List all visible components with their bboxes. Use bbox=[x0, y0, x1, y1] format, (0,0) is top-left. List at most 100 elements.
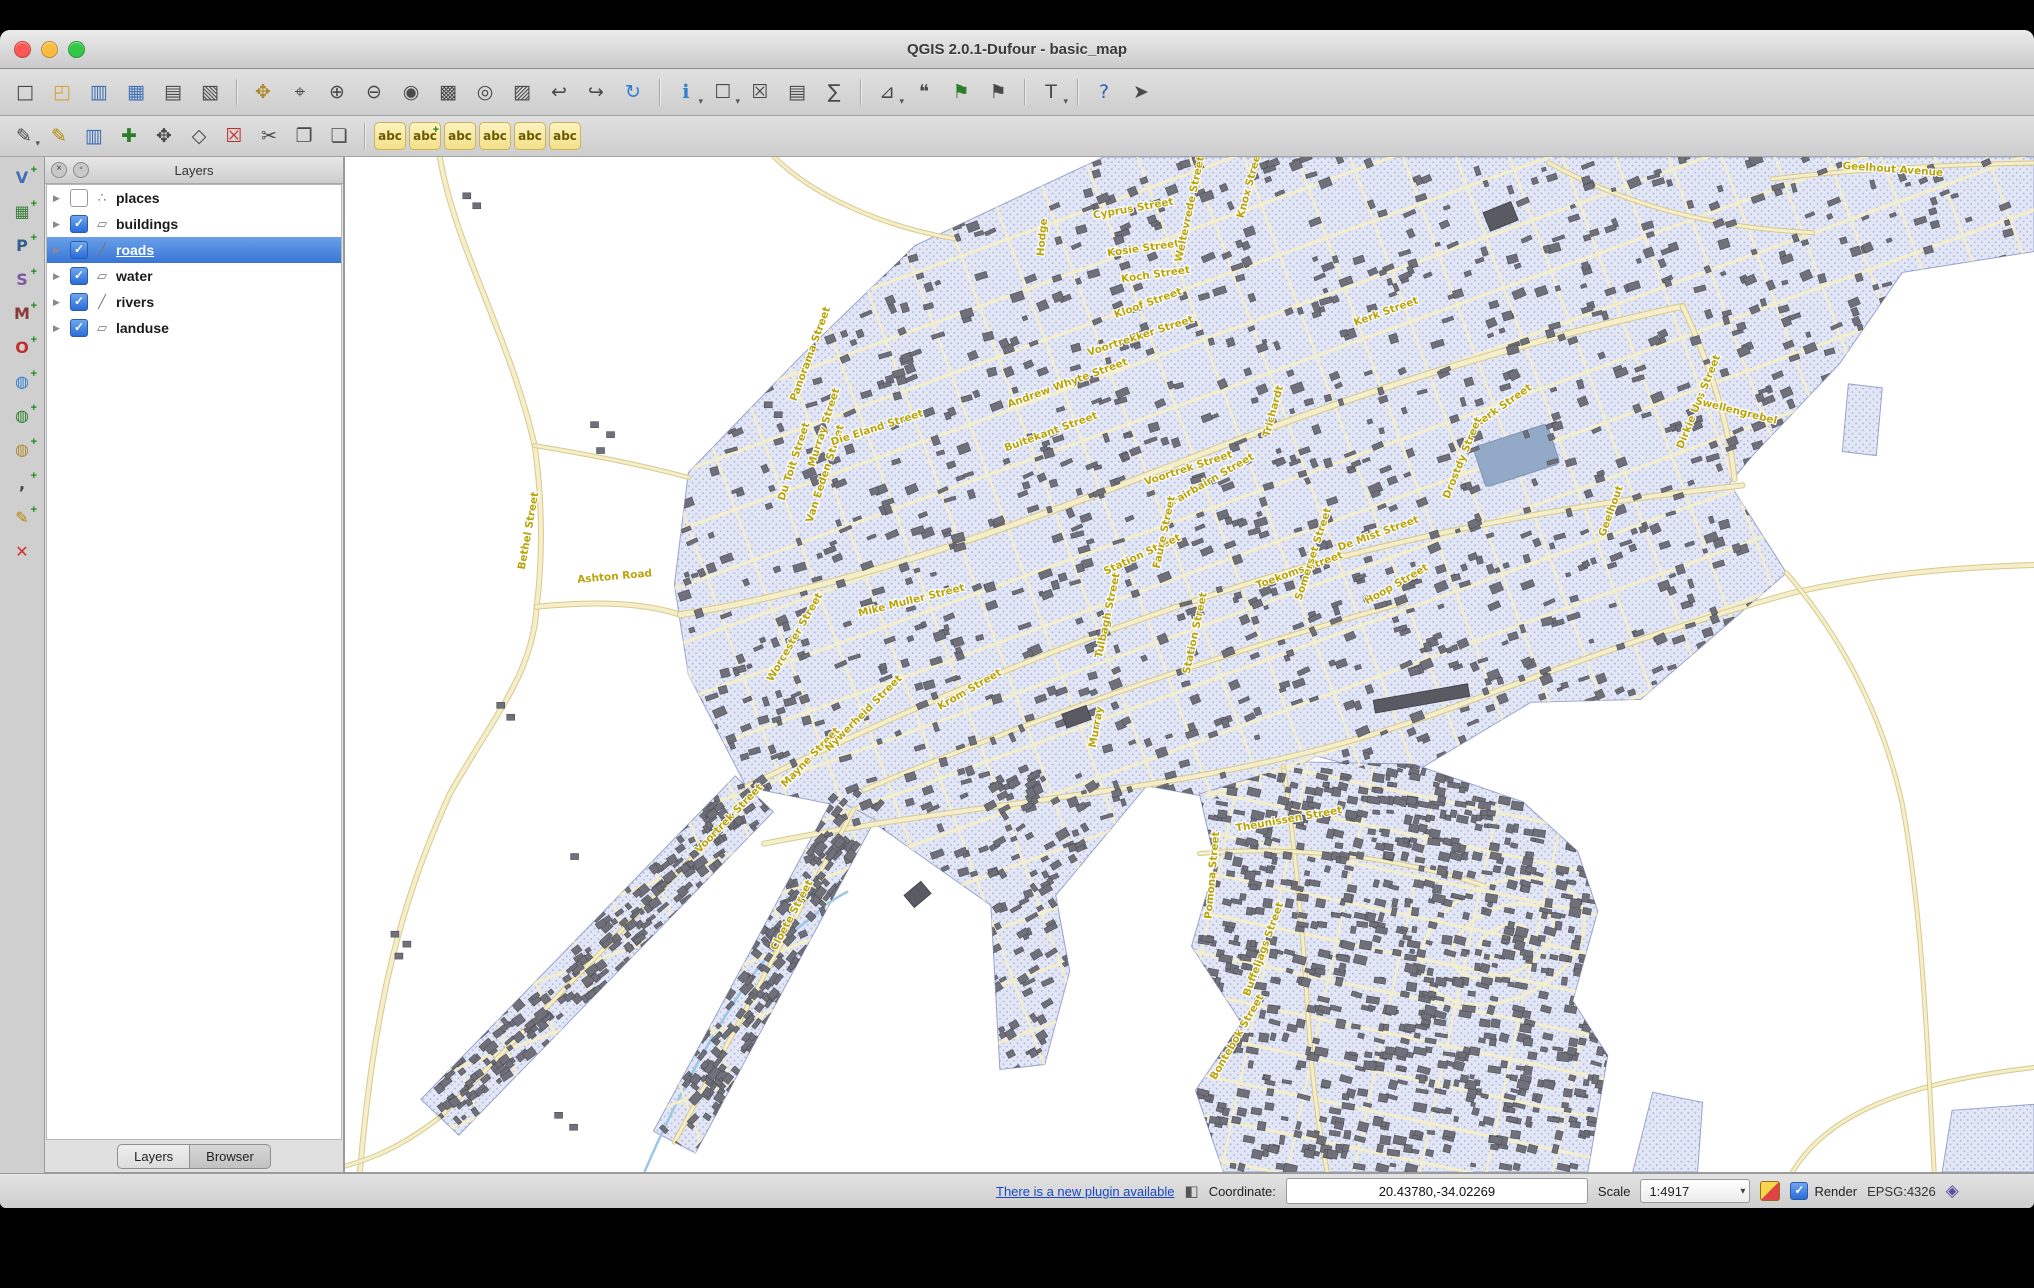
show-bookmarks-button[interactable]: ⚑ bbox=[981, 76, 1015, 108]
layer-item-places[interactable]: ▶∴places bbox=[47, 185, 341, 211]
plus-badge-icon: + bbox=[31, 334, 37, 346]
layer-visibility-checkbox[interactable]: ✓ bbox=[70, 267, 88, 285]
add-wcs-layer-button[interactable]: ◍+ bbox=[6, 401, 38, 431]
expand-arrow-icon[interactable]: ▶ bbox=[53, 271, 65, 282]
add-vector-layer-button[interactable]: V+ bbox=[6, 163, 38, 193]
deselect-features-button[interactable]: ☒ bbox=[743, 76, 777, 108]
expand-arrow-icon[interactable]: ▶ bbox=[53, 245, 65, 256]
move-feature-button[interactable]: ✥ bbox=[148, 122, 180, 150]
layer-visibility-checkbox[interactable] bbox=[70, 189, 88, 207]
crs-status-button[interactable]: ◈ bbox=[1946, 1181, 1959, 1201]
field-calculator-button[interactable]: ∑ bbox=[817, 76, 851, 108]
node-tool-button[interactable]: ◇ bbox=[183, 122, 215, 150]
zoom-in-button[interactable]: ⊕ bbox=[320, 76, 354, 108]
save-project-as-button[interactable]: ▦ bbox=[119, 76, 153, 108]
layer-list: ▶∴places▶✓▱buildings▶✓╱roads▶✓▱water▶✓╱r… bbox=[46, 184, 342, 1140]
scale-combobox[interactable]: 1:4917 ▾ bbox=[1640, 1179, 1750, 1203]
move-label-button[interactable]: abc bbox=[479, 122, 511, 150]
zoom-next-button[interactable]: ↪ bbox=[579, 76, 613, 108]
new-shapefile-layer-button[interactable]: ✎+ bbox=[6, 503, 38, 533]
text-annotation-button[interactable]: T▾ bbox=[1034, 76, 1068, 108]
pan-to-selection-button[interactable]: ⌖ bbox=[283, 76, 317, 108]
paste-features-button[interactable]: ❏ bbox=[323, 122, 355, 150]
add-spatialite-layer-button[interactable]: S+ bbox=[6, 265, 38, 295]
panel-tab-layers[interactable]: Layers bbox=[117, 1144, 190, 1169]
render-checkbox[interactable]: ✓ Render bbox=[1790, 1182, 1857, 1200]
zoom-full-button[interactable]: ▩ bbox=[431, 76, 465, 108]
whats-this-button[interactable]: ➤ bbox=[1124, 76, 1158, 108]
add-mssql-layer-icon: M bbox=[14, 306, 30, 322]
map-canvas[interactable]: Ashton RoadBethel StreetVoortrek StreetM… bbox=[344, 157, 2034, 1173]
measure-button[interactable]: ⊿▾ bbox=[870, 76, 904, 108]
current-edits-button[interactable]: ✎▾ bbox=[8, 122, 40, 150]
titlebar[interactable]: QGIS 2.0.1-Dufour - basic_map bbox=[0, 30, 2034, 69]
expand-arrow-icon[interactable]: ▶ bbox=[53, 323, 65, 334]
toggle-editing-button[interactable]: ✎ bbox=[43, 122, 75, 150]
expand-arrow-icon[interactable]: ▶ bbox=[53, 193, 65, 204]
zoom-to-selection-icon: ◎ bbox=[477, 83, 494, 102]
open-attribute-table-button[interactable]: ▤ bbox=[780, 76, 814, 108]
coordinate-label: Coordinate: bbox=[1209, 1184, 1276, 1199]
new-bookmark-button[interactable]: ⚑ bbox=[944, 76, 978, 108]
save-edits-button[interactable]: ▥ bbox=[78, 122, 110, 150]
composer-manager-button[interactable]: ▧ bbox=[193, 76, 227, 108]
new-print-composer-button[interactable]: ▤ bbox=[156, 76, 190, 108]
expand-arrow-icon[interactable]: ▶ bbox=[53, 219, 65, 230]
change-label-properties-button[interactable]: abc bbox=[549, 122, 581, 150]
layer-item-buildings[interactable]: ▶✓▱buildings bbox=[47, 211, 341, 237]
select-features-button[interactable]: ☐▾ bbox=[706, 76, 740, 108]
zoom-actual-size-button[interactable]: ◉ bbox=[394, 76, 428, 108]
add-wcs-layer-icon: ◍ bbox=[15, 408, 29, 424]
add-mssql-layer-button[interactable]: M+ bbox=[6, 299, 38, 329]
refresh-map-icon: ↻ bbox=[625, 83, 641, 102]
add-feature-button[interactable]: ✚ bbox=[113, 122, 145, 150]
identify-features-button[interactable]: ℹ▾ bbox=[669, 76, 703, 108]
plugin-icon[interactable]: ◧ bbox=[1185, 1182, 1199, 1200]
stop-render-icon[interactable] bbox=[1760, 1181, 1780, 1201]
add-postgis-layer-button[interactable]: P+ bbox=[6, 231, 38, 261]
layer-visibility-checkbox[interactable]: ✓ bbox=[70, 319, 88, 337]
label-settings-button[interactable]: abc bbox=[374, 122, 406, 150]
render-checkbox-box[interactable]: ✓ bbox=[1790, 1182, 1808, 1200]
add-delimited-text-layer-button[interactable]: ,+ bbox=[6, 469, 38, 499]
plugin-tool-button[interactable]: ✕ bbox=[6, 537, 38, 567]
cut-features-button[interactable]: ✂ bbox=[253, 122, 285, 150]
coordinate-input[interactable] bbox=[1286, 1178, 1588, 1204]
pin-labels-button[interactable]: abc+ bbox=[409, 122, 441, 150]
delete-selected-button[interactable]: ☒ bbox=[218, 122, 250, 150]
layer-visibility-checkbox[interactable]: ✓ bbox=[70, 215, 88, 233]
zoom-last-button[interactable]: ↩ bbox=[542, 76, 576, 108]
save-project-button[interactable]: ▥ bbox=[82, 76, 116, 108]
panel-tab-browser[interactable]: Browser bbox=[190, 1144, 271, 1169]
rotate-label-icon: abc bbox=[518, 130, 542, 142]
add-wfs-layer-button[interactable]: ◍+ bbox=[6, 435, 38, 465]
layer-visibility-checkbox[interactable]: ✓ bbox=[70, 241, 88, 259]
open-project-button[interactable]: ◰ bbox=[45, 76, 79, 108]
pan-map-button[interactable]: ✥ bbox=[246, 76, 280, 108]
plus-badge-icon: + bbox=[31, 164, 37, 176]
zoom-to-selection-button[interactable]: ◎ bbox=[468, 76, 502, 108]
add-wms-layer-button[interactable]: ◍+ bbox=[6, 367, 38, 397]
expand-arrow-icon[interactable]: ▶ bbox=[53, 297, 65, 308]
copy-features-button[interactable]: ❐ bbox=[288, 122, 320, 150]
plugin-available-link[interactable]: There is a new plugin available bbox=[996, 1184, 1175, 1199]
add-raster-layer-button[interactable]: ▦+ bbox=[6, 197, 38, 227]
zoom-out-button[interactable]: ⊖ bbox=[357, 76, 391, 108]
zoom-to-layer-button[interactable]: ▨ bbox=[505, 76, 539, 108]
add-oracle-layer-button[interactable]: O+ bbox=[6, 333, 38, 363]
layer-item-water[interactable]: ▶✓▱water bbox=[47, 263, 341, 289]
layer-item-roads[interactable]: ▶✓╱roads bbox=[47, 237, 341, 263]
map-svg[interactable]: Ashton RoadBethel StreetVoortrek StreetM… bbox=[345, 157, 2034, 1172]
layer-item-rivers[interactable]: ▶✓╱rivers bbox=[47, 289, 341, 315]
open-project-icon: ◰ bbox=[53, 83, 71, 102]
layer-item-landuse[interactable]: ▶✓▱landuse bbox=[47, 315, 341, 341]
layer-name: roads bbox=[116, 242, 154, 258]
layer-visibility-checkbox[interactable]: ✓ bbox=[70, 293, 88, 311]
rotate-label-button[interactable]: abc bbox=[514, 122, 546, 150]
help-button[interactable]: ? bbox=[1087, 76, 1121, 108]
map-tips-button[interactable]: ❝ bbox=[907, 76, 941, 108]
new-project-button[interactable]: □ bbox=[8, 76, 42, 108]
highlight-pinned-labels-button[interactable]: abc bbox=[444, 122, 476, 150]
refresh-map-button[interactable]: ↻ bbox=[616, 76, 650, 108]
delete-selected-icon: ☒ bbox=[225, 127, 242, 146]
